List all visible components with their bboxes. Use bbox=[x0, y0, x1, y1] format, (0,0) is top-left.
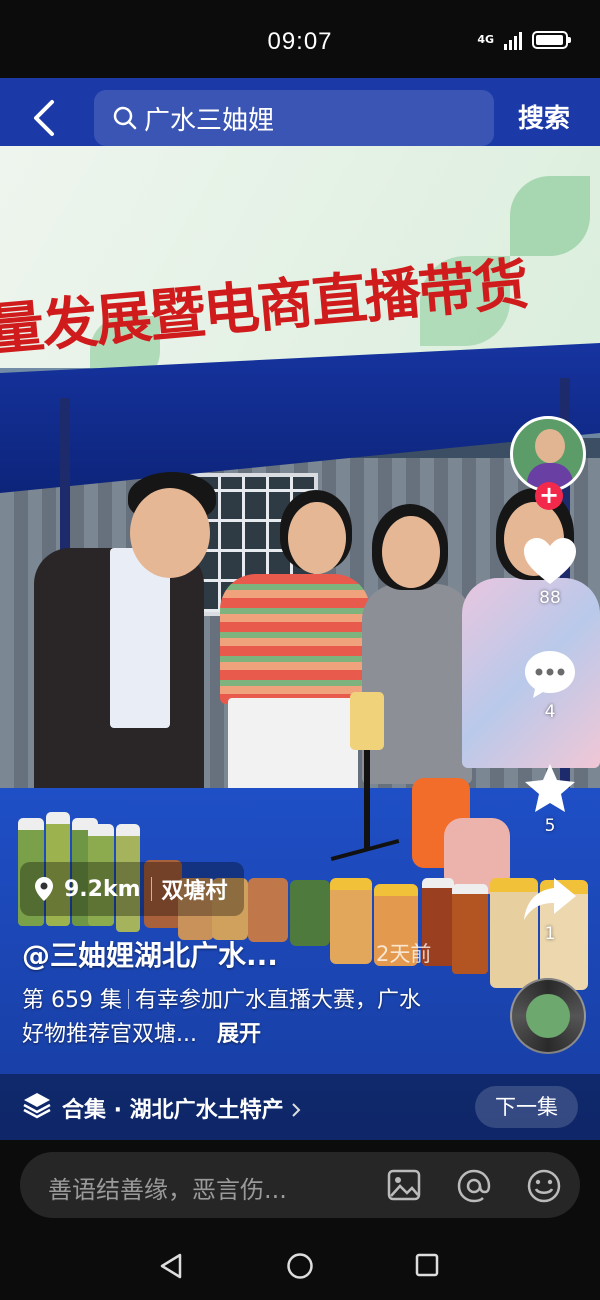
collection-label: 合集 · 湖北广水土特产 bbox=[62, 1092, 301, 1124]
follow-button[interactable]: + bbox=[535, 482, 563, 510]
location-divider bbox=[150, 877, 152, 901]
star-icon bbox=[525, 764, 575, 812]
signal-icon bbox=[504, 30, 522, 50]
collection-title: 合集 · 湖北广水土特产 bbox=[62, 1098, 284, 1123]
mention-icon[interactable] bbox=[456, 1168, 492, 1204]
post-description: 第 659 集有幸参加广水直播大赛，广水好物推荐官双塘... 展开 bbox=[22, 984, 442, 1052]
like-count: 88 bbox=[539, 588, 561, 608]
comment-bar: 善语结善缘，恶言伤... bbox=[20, 1152, 580, 1218]
back-button[interactable] bbox=[24, 96, 64, 140]
status-icons: 4G bbox=[477, 30, 571, 50]
favorite-count: 5 bbox=[544, 816, 556, 836]
system-nav-bar bbox=[0, 1230, 600, 1300]
expand-button[interactable]: 展开 bbox=[217, 1022, 261, 1047]
top-bar: 广水三妯娌 搜索 bbox=[0, 78, 600, 158]
battery-icon bbox=[532, 31, 571, 49]
comment-input[interactable]: 善语结善缘，恶言伤... bbox=[48, 1170, 287, 1205]
heart-icon bbox=[524, 538, 576, 584]
network-label: 4G bbox=[477, 33, 494, 46]
favorite-button[interactable]: 5 bbox=[510, 762, 590, 836]
video-scene: 量发展暨电商直播带货 bbox=[0, 78, 600, 1140]
location-tag[interactable]: 9.2km 双塘村 bbox=[20, 862, 244, 916]
emoji-icon[interactable] bbox=[526, 1168, 562, 1204]
comment-icon bbox=[525, 651, 575, 698]
next-episode-button[interactable]: 下一集 bbox=[475, 1086, 578, 1128]
search-icon bbox=[113, 106, 137, 130]
image-icon[interactable] bbox=[386, 1168, 422, 1202]
search-input[interactable]: 广水三妯娌 bbox=[94, 90, 494, 146]
comment-count: 4 bbox=[544, 702, 556, 722]
location-pin-icon bbox=[35, 877, 53, 901]
episode-divider bbox=[127, 989, 129, 1009]
share-arrow-icon bbox=[524, 878, 576, 920]
music-disc[interactable] bbox=[510, 978, 586, 1054]
share-button[interactable]: 1 bbox=[510, 876, 590, 944]
location-distance: 9.2km bbox=[64, 876, 141, 902]
nav-back-icon[interactable] bbox=[158, 1252, 184, 1280]
search-button[interactable]: 搜索 bbox=[518, 98, 570, 135]
like-button[interactable]: 88 bbox=[510, 536, 590, 608]
post-time: 2天前 bbox=[376, 942, 432, 966]
video-player[interactable]: 量发展暨电商直播带货 bbox=[0, 78, 600, 1140]
battery-fill bbox=[536, 35, 563, 45]
banner-text: 量发展暨电商直播带货 bbox=[0, 252, 530, 364]
episode-label: 第 659 集 bbox=[22, 988, 122, 1013]
chevron-left-icon bbox=[34, 100, 54, 136]
comment-button[interactable]: 4 bbox=[510, 648, 590, 722]
status-bar: 09:07 4G bbox=[0, 0, 600, 78]
location-place: 双塘村 bbox=[161, 879, 228, 904]
collection-bar[interactable]: 合集 · 湖北广水土特产 下一集 bbox=[0, 1074, 600, 1140]
nav-home-icon[interactable] bbox=[286, 1252, 314, 1280]
layers-icon bbox=[23, 1093, 51, 1119]
share-count: 1 bbox=[544, 924, 556, 944]
author-name[interactable]: @三妯娌湖北广水... bbox=[22, 934, 278, 974]
chevron-right-icon bbox=[292, 1103, 301, 1117]
nav-recents-icon[interactable] bbox=[414, 1252, 440, 1278]
search-query: 广水三妯娌 bbox=[144, 105, 275, 136]
event-banner: 量发展暨电商直播带货 bbox=[0, 146, 600, 386]
